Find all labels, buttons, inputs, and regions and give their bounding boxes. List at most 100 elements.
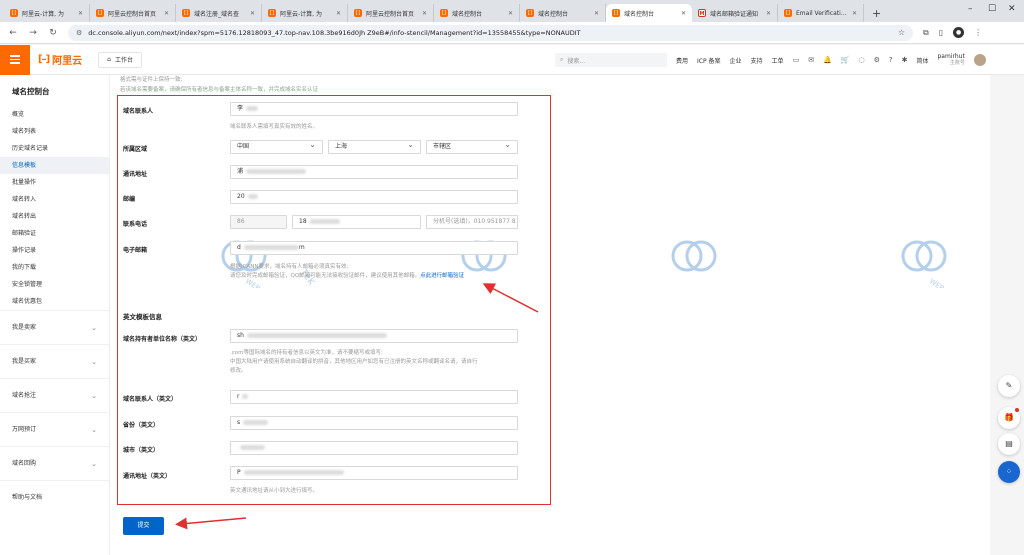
sidebar-item[interactable]: 域名转出: [0, 208, 109, 225]
district-select[interactable]: 市辖区: [426, 140, 518, 154]
nav-icp[interactable]: ICP 备案: [697, 56, 721, 65]
browser-menu-icon[interactable]: ⋮: [974, 28, 982, 37]
sidebar-group[interactable]: 域名回购 ⌄: [0, 446, 109, 480]
user-info[interactable]: pamirhut 主账号: [938, 53, 965, 67]
back-icon[interactable]: ←: [8, 28, 18, 38]
en-contact-label: 域名联系人（英文）: [123, 396, 178, 403]
province-select[interactable]: 上海: [328, 140, 421, 154]
close-window-icon[interactable]: ✕: [1008, 4, 1016, 14]
en-contact-input[interactable]: r: [230, 390, 518, 404]
phone-input[interactable]: 18: [292, 215, 421, 229]
sidebar-item[interactable]: 邮箱验证: [0, 225, 109, 242]
cart-icon[interactable]: 🛒: [841, 56, 850, 64]
tab-close-icon[interactable]: ✕: [78, 10, 83, 17]
country-select[interactable]: 中国: [230, 140, 323, 154]
browser-tab[interactable]: [] 阿里云-计算, 为 ✕: [262, 4, 348, 22]
bell-icon[interactable]: 🔔: [823, 56, 832, 64]
nav-fees[interactable]: 费用: [676, 56, 688, 65]
gift-icon[interactable]: 🎁: [998, 407, 1020, 429]
postcode-input[interactable]: 20: [230, 190, 518, 204]
address-bar[interactable]: ⚙ dc.console.aliyun.com/next/index?spm=5…: [68, 24, 913, 41]
sidebar-group-label: 帮助与文档: [12, 494, 43, 501]
phone-ext-input[interactable]: 分机号(选填)，010 951877 8: [426, 215, 518, 229]
browser-tab[interactable]: [] 域名注册_域名查 ✕: [176, 4, 262, 22]
sidebar-group[interactable]: 万网预订 ⌄: [0, 412, 109, 446]
url-text[interactable]: dc.console.aliyun.com/next/index?spm=517…: [88, 29, 892, 37]
tab-close-icon[interactable]: ✕: [594, 10, 599, 17]
browser-tab[interactable]: [] 阿里云-计算, 为 ✕: [4, 4, 90, 22]
en-owner-input[interactable]: sh: [230, 329, 518, 343]
tab-close-icon[interactable]: ✕: [422, 10, 427, 17]
tab-close-icon[interactable]: ✕: [336, 10, 341, 17]
browser-tab[interactable]: [] 域名控制台 ✕: [606, 4, 692, 22]
email-input[interactable]: dm: [230, 241, 518, 255]
tab-close-icon[interactable]: ✕: [508, 10, 513, 17]
message-icon[interactable]: ✉: [808, 56, 814, 64]
logo-text: 阿里云: [52, 56, 83, 67]
help-icon[interactable]: ?: [889, 56, 893, 64]
sidebar-item[interactable]: 操作记录: [0, 242, 109, 259]
en-city-input[interactable]: [230, 441, 518, 455]
browser-tab-label: 域名注册_域名查: [194, 10, 240, 18]
avatar[interactable]: [973, 54, 986, 66]
workbench-button[interactable]: ⌂ 工作台: [98, 51, 142, 68]
submit-button[interactable]: 提交: [123, 517, 164, 535]
language-switch[interactable]: 简体: [916, 56, 928, 65]
browser-tab[interactable]: M 域名邮箱验证通知 ✕: [692, 4, 778, 22]
tab-close-icon[interactable]: ✕: [852, 10, 857, 17]
browser-tab[interactable]: [] 阿里云控制台首页 ✕: [348, 4, 434, 22]
sidebar-item[interactable]: 批量操作: [0, 174, 109, 191]
tab-close-icon[interactable]: ✕: [681, 10, 686, 17]
sidebar-item[interactable]: 我的下载: [0, 259, 109, 276]
browser-tab[interactable]: [] 域名控制台 ✕: [520, 4, 606, 22]
en-address-input[interactable]: P: [230, 466, 518, 480]
site-info-icon[interactable]: ⚙: [76, 29, 82, 37]
nav-enterprise[interactable]: 企业: [730, 56, 742, 65]
terminal-icon[interactable]: ▭: [793, 56, 800, 64]
browser-tab[interactable]: [] 域名控制台 ✕: [434, 4, 520, 22]
bookmark-star-icon[interactable]: ☆: [898, 28, 905, 37]
workbench-label: 工作台: [114, 57, 133, 64]
sidebar-group[interactable]: 帮助与文档: [0, 480, 109, 514]
new-tab-button[interactable]: +: [864, 7, 889, 22]
contact-input[interactable]: 李: [230, 102, 518, 116]
maximize-icon[interactable]: ☐: [988, 4, 996, 14]
profile-avatar-icon[interactable]: ●: [953, 27, 965, 38]
sidebar-group[interactable]: 我是卖家 ⌄: [0, 310, 109, 344]
sidebar-item[interactable]: 安全锁管理: [0, 276, 109, 293]
sidepanel-icon[interactable]: ▯: [939, 28, 943, 37]
sidebar-item[interactable]: 信息模板: [0, 157, 109, 174]
sidebar-item[interactable]: 概览: [0, 106, 109, 123]
chat-icon[interactable]: ▤: [998, 433, 1020, 455]
minimize-icon[interactable]: –: [968, 4, 973, 14]
browser-tab[interactable]: [] Email Verification ✕: [778, 4, 864, 22]
reload-icon[interactable]: ↻: [48, 28, 58, 38]
tab-close-icon[interactable]: ✕: [766, 10, 771, 17]
forward-icon[interactable]: →: [28, 28, 38, 38]
extensions-icon[interactable]: ⧉: [923, 28, 929, 38]
menu-hamburger-icon[interactable]: [0, 44, 30, 75]
browser-tab[interactable]: [] 阿里云控制台首页 ✕: [90, 4, 176, 22]
nav-ticket[interactable]: 工单: [772, 56, 784, 65]
email-verify-link[interactable]: 点此进行邮箱验证: [420, 273, 464, 279]
header-search-input[interactable]: ⌕ 搜索...: [555, 53, 667, 67]
lightbulb-icon[interactable]: ◌: [859, 56, 865, 64]
sidebar-item[interactable]: 域名优惠包: [0, 293, 109, 310]
en-province-input[interactable]: s: [230, 416, 518, 430]
settings-icon[interactable]: ⚙: [874, 56, 880, 64]
apps-grid-icon[interactable]: ⁘: [998, 461, 1020, 483]
tab-close-icon[interactable]: ✕: [164, 10, 169, 17]
sidebar-item[interactable]: 域名列表: [0, 123, 109, 140]
sidebar-group[interactable]: 我是买家 ⌄: [0, 344, 109, 378]
nav-support[interactable]: 支持: [751, 56, 763, 65]
sidebar-item[interactable]: 域名转入: [0, 191, 109, 208]
aliyun-logo[interactable]: [–] 阿里云: [38, 52, 82, 67]
tab-close-icon[interactable]: ✕: [250, 10, 255, 17]
edit-feedback-icon[interactable]: ✎: [998, 375, 1020, 397]
sidebar-item[interactable]: 历史域名记录: [0, 140, 109, 157]
ai-assistant-icon[interactable]: ✱: [902, 56, 908, 64]
sidebar-group[interactable]: 域名抢注 ⌄: [0, 378, 109, 412]
address-input[interactable]: 浦: [230, 165, 518, 179]
sidebar: 域名控制台 概览 域名列表 历史域名记录 信息模板 批量操作 域名转入 域名转出 邮箱验证 操作…: [0, 75, 110, 555]
email-suffix: m: [298, 244, 305, 251]
